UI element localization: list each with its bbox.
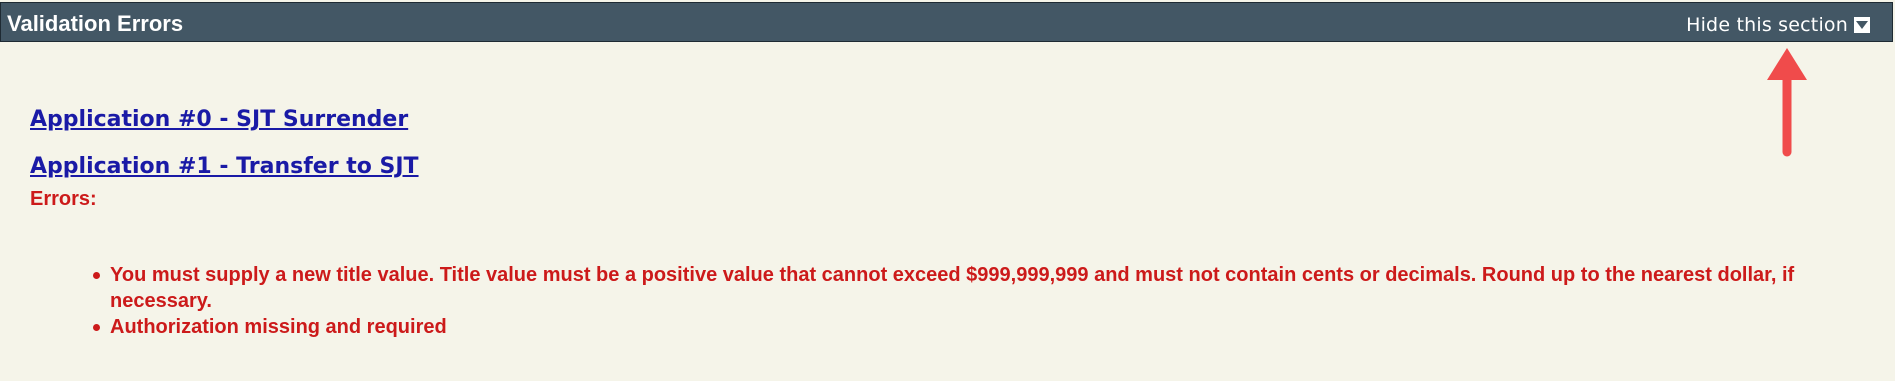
application-link-0[interactable]: Application #0 - SJT Surrender xyxy=(30,107,408,132)
error-list: You must supply a new title value. Title… xyxy=(93,262,1880,340)
section-title: Validation Errors xyxy=(7,11,184,36)
validation-errors-panel: Validation Errors Hide this section Appl… xyxy=(0,0,1895,381)
arrow-up-icon xyxy=(1767,48,1807,157)
error-item: Authorization missing and required xyxy=(93,314,1880,340)
section-header: Validation Errors Hide this section xyxy=(0,2,1893,42)
errors-label: Errors: xyxy=(30,188,97,210)
chevron-down-icon[interactable] xyxy=(1854,17,1870,33)
hide-section-toggle[interactable]: Hide this section xyxy=(1686,14,1870,36)
hide-section-label[interactable]: Hide this section xyxy=(1686,14,1848,36)
error-item: You must supply a new title value. Title… xyxy=(93,262,1880,314)
application-link-1[interactable]: Application #1 - Transfer to SJT xyxy=(30,154,419,179)
